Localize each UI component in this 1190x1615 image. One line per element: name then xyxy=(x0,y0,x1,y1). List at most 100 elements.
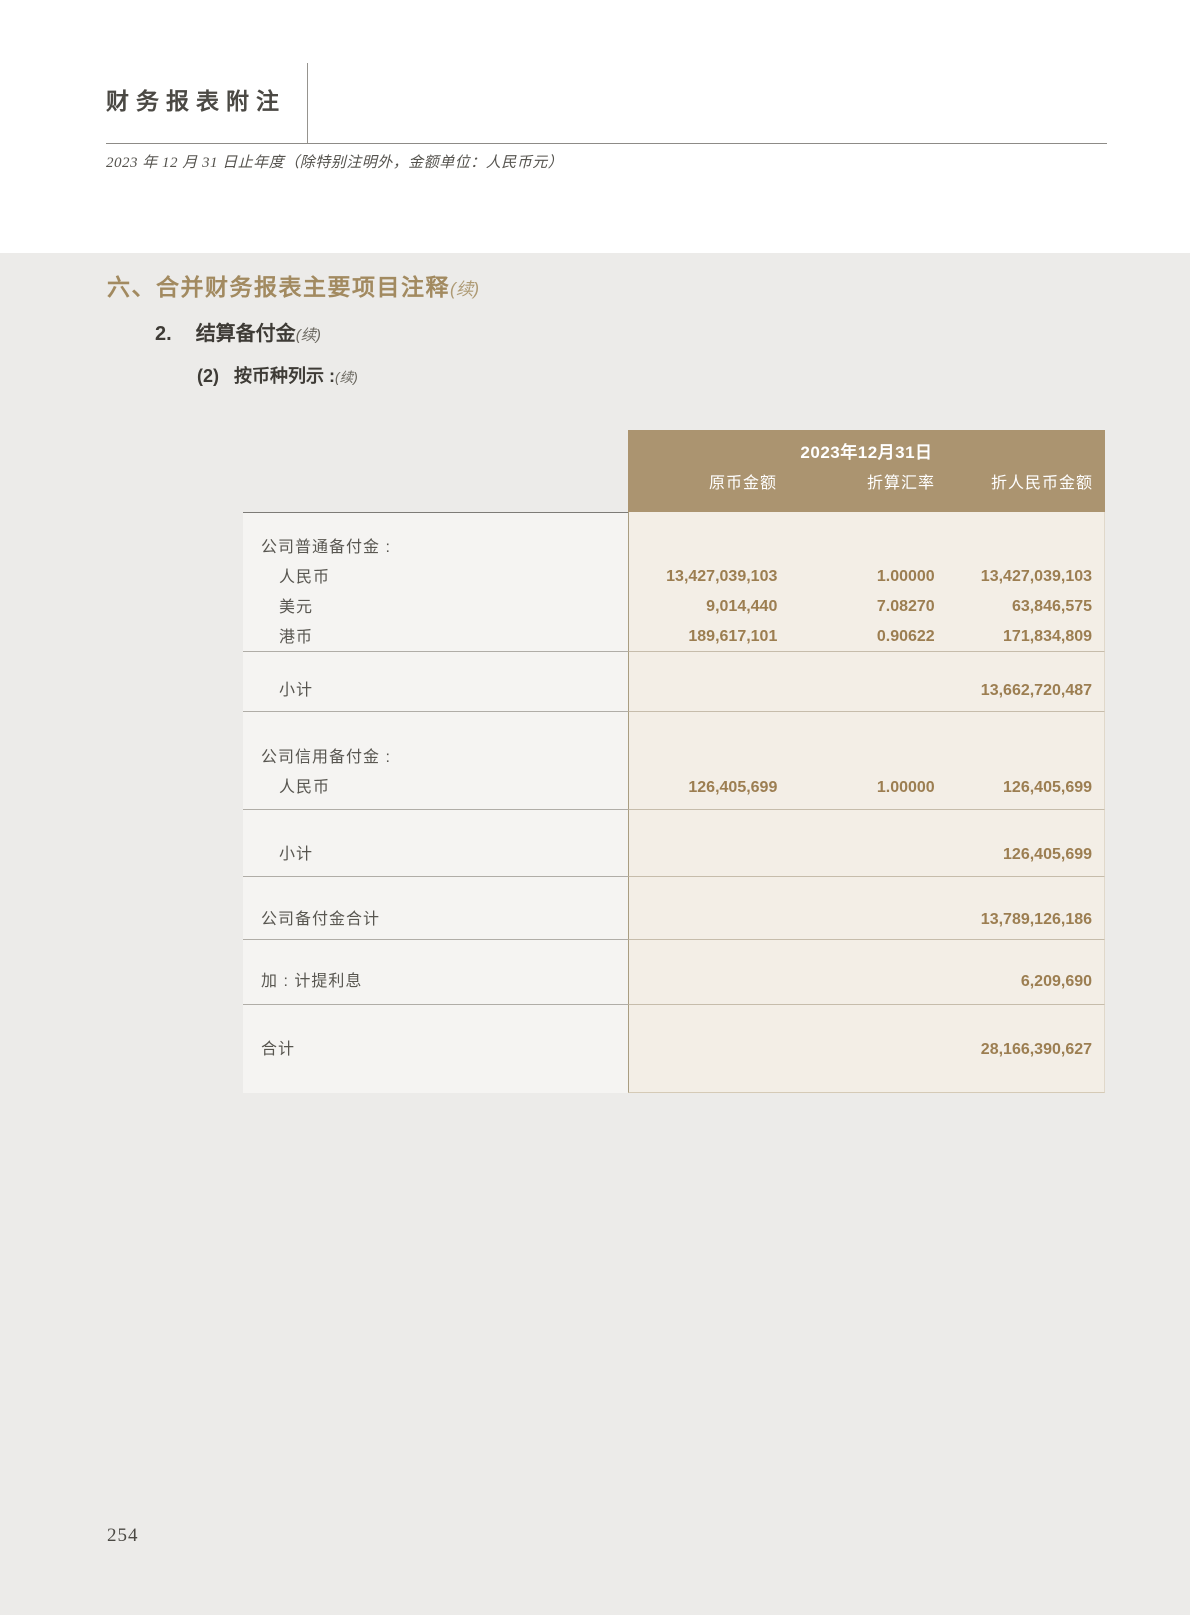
row-data-cell: 126,405,699 xyxy=(628,809,1105,876)
row-label-cell: 小计 xyxy=(243,809,628,876)
column-header-exchange-rate: 折算汇率 xyxy=(777,471,935,497)
page-top-band xyxy=(0,0,1190,253)
cell-value xyxy=(629,743,777,773)
section-heading-level2-text: 结算备付金 xyxy=(196,323,296,345)
table-section: 小计 13,662,720,487 xyxy=(243,651,1105,711)
table-section: 公司信用备付金 :人民币126,405,6991.00000126,405,69… xyxy=(243,711,1105,809)
table-section: 公司普通备付金 :人民币美元港币13,427,039,1031.0000013,… xyxy=(243,512,1105,651)
cell-value: 126,405,699 xyxy=(935,840,1092,870)
row-label: 公司普通备付金 : xyxy=(243,533,628,563)
section-heading-level3: (2) 按币种列示 :(续) xyxy=(197,362,358,388)
cell-value xyxy=(629,840,777,870)
section-heading-level1: 六、合并财务报表主要项目注释(续) xyxy=(107,268,479,302)
table-section: 合计 28,166,390,627 xyxy=(243,1004,1105,1093)
cell-value: 126,405,699 xyxy=(629,773,777,803)
column-header-rmb-amount: 折人民币金额 xyxy=(935,471,1093,497)
row-label: 港币 xyxy=(243,623,628,653)
cell-value xyxy=(777,1035,934,1065)
table-row-values xyxy=(629,532,1104,562)
section-heading-level2-continued: (续) xyxy=(296,327,321,344)
cell-value xyxy=(935,743,1092,773)
table-row-values: 28,166,390,627 xyxy=(629,1035,1104,1065)
table-row-values: 9,014,4407.0827063,846,575 xyxy=(629,592,1104,622)
cell-value xyxy=(629,1035,777,1065)
table-section: 公司备付金合计13,789,126,186 xyxy=(243,876,1105,939)
cell-value: 13,427,039,103 xyxy=(935,562,1092,592)
row-label: 加 : 计提利息 xyxy=(243,967,628,997)
row-label: 人民币 xyxy=(243,773,628,803)
cell-value xyxy=(629,905,777,935)
row-data-cell: 13,789,126,186 xyxy=(628,876,1105,939)
table-header: 2023年12月31日 原币金额 折算汇率 折人民币金额 xyxy=(628,430,1105,512)
cell-value: 171,834,809 xyxy=(935,622,1092,652)
table-row-values: 126,405,699 xyxy=(629,840,1104,870)
header-divider-vertical xyxy=(307,63,308,143)
currency-breakdown-table: 2023年12月31日 原币金额 折算汇率 折人民币金额 公司普通备付金 :人民… xyxy=(243,430,1105,1093)
section-heading-level3-text: 按币种列示 : xyxy=(234,366,335,386)
column-header-original-currency: 原币金额 xyxy=(628,471,777,497)
table-header-date: 2023年12月31日 xyxy=(628,441,1105,465)
cell-value: 1.00000 xyxy=(777,562,934,592)
section-heading-level3-continued: (续) xyxy=(335,370,358,385)
row-label-cell: 小计 xyxy=(243,651,628,711)
row-label-cell: 公司备付金合计 xyxy=(243,876,628,939)
row-data-cell: 13,427,039,1031.0000013,427,039,1039,014… xyxy=(628,512,1105,651)
table-column-headers: 原币金额 折算汇率 折人民币金额 xyxy=(628,471,1105,497)
cell-value: 9,014,440 xyxy=(629,592,777,622)
row-label-cell: 公司普通备付金 :人民币美元港币 xyxy=(243,512,628,651)
row-label: 小计 xyxy=(243,840,628,870)
table-section: 小计 126,405,699 xyxy=(243,809,1105,876)
cell-value xyxy=(629,676,777,706)
table-row-values: 126,405,6991.00000126,405,699 xyxy=(629,773,1104,803)
table-row-values: 189,617,1010.90622171,834,809 xyxy=(629,622,1104,652)
row-label-cell: 合计 xyxy=(243,1004,628,1093)
cell-value: 189,617,101 xyxy=(629,622,777,652)
row-data-cell: 13,662,720,487 xyxy=(628,651,1105,711)
section-heading-level2: 2. 结算备付金(续) xyxy=(155,317,321,346)
row-label: 美元 xyxy=(243,593,628,623)
section-heading-level2-number: 2. xyxy=(155,323,172,346)
table-row-values: 6,209,690 xyxy=(629,967,1104,997)
cell-value xyxy=(777,743,934,773)
cell-value xyxy=(629,532,777,562)
cell-value xyxy=(777,905,934,935)
table-row-values xyxy=(629,743,1104,773)
cell-value xyxy=(629,967,777,997)
cell-value xyxy=(777,840,934,870)
row-label-cell: 公司信用备付金 :人民币 xyxy=(243,711,628,809)
table-row-values: 13,427,039,1031.0000013,427,039,103 xyxy=(629,562,1104,592)
cell-value xyxy=(935,532,1092,562)
cell-value: 13,427,039,103 xyxy=(629,562,777,592)
cell-value: 0.90622 xyxy=(777,622,934,652)
row-label: 人民币 xyxy=(243,563,628,593)
table-body: 公司普通备付金 :人民币美元港币13,427,039,1031.0000013,… xyxy=(243,512,1105,1093)
row-label: 小计 xyxy=(243,676,628,706)
cell-value: 6,209,690 xyxy=(935,967,1092,997)
cell-value: 13,662,720,487 xyxy=(935,676,1092,706)
row-data-cell: 126,405,6991.00000126,405,699 xyxy=(628,711,1105,809)
page-number: 254 xyxy=(107,1525,139,1547)
cell-value: 63,846,575 xyxy=(935,592,1092,622)
table-row-values: 13,789,126,186 xyxy=(629,905,1104,935)
cell-value xyxy=(777,967,934,997)
document-subtitle: 2023 年 12 月 31 日止年度（除特别注明外，金额单位：人民币元） xyxy=(106,151,563,172)
row-label-cell: 加 : 计提利息 xyxy=(243,939,628,1004)
cell-value xyxy=(777,676,934,706)
row-label: 公司信用备付金 : xyxy=(243,743,628,773)
section-heading-level1-continued: (续) xyxy=(450,279,479,299)
cell-value: 126,405,699 xyxy=(935,773,1092,803)
row-label: 公司备付金合计 xyxy=(243,905,628,935)
header-divider-horizontal xyxy=(106,143,1107,144)
report-page: 财务报表附注 2023 年 12 月 31 日止年度（除特别注明外，金额单位：人… xyxy=(0,0,1190,1615)
cell-value: 1.00000 xyxy=(777,773,934,803)
row-data-cell: 28,166,390,627 xyxy=(628,1004,1105,1093)
cell-value xyxy=(777,532,934,562)
table-section: 加 : 计提利息 6,209,690 xyxy=(243,939,1105,1004)
document-title: 财务报表附注 xyxy=(106,82,286,116)
cell-value: 7.08270 xyxy=(777,592,934,622)
row-label: 合计 xyxy=(243,1035,628,1065)
cell-value: 28,166,390,627 xyxy=(935,1035,1092,1065)
table-row-values: 13,662,720,487 xyxy=(629,676,1104,706)
section-heading-level1-text: 六、合并财务报表主要项目注释 xyxy=(107,274,450,300)
section-heading-level3-number: (2) xyxy=(197,366,219,387)
